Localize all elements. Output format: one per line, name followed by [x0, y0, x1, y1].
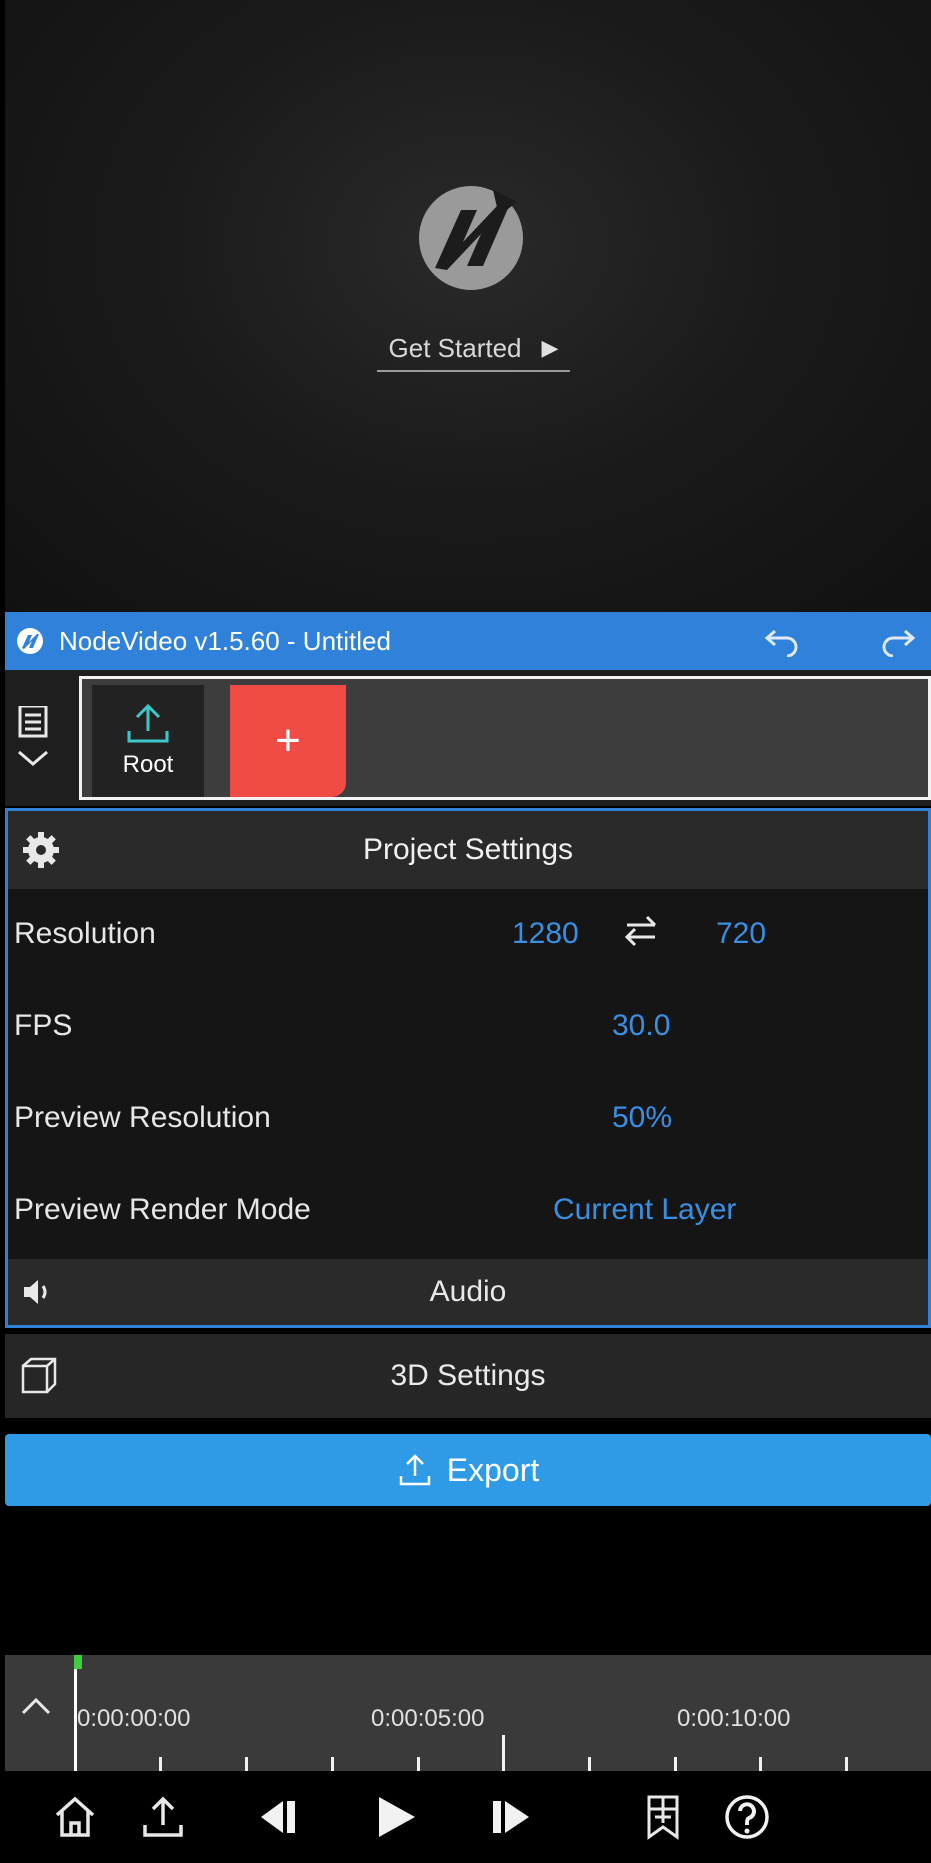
timeline-tick: [331, 1757, 334, 1771]
step-forward-icon[interactable]: [487, 1793, 535, 1841]
step-back-icon[interactable]: [255, 1793, 303, 1841]
timecode-label: 0:00:00:00: [77, 1705, 191, 1732]
chevron-up-icon[interactable]: [19, 1691, 53, 1721]
resolution-width-value[interactable]: 1280: [512, 917, 579, 951]
timecode-label: 0:00:10:00: [677, 1705, 791, 1732]
redo-icon[interactable]: [877, 625, 917, 657]
export-label: Export: [446, 1451, 540, 1488]
preview-resolution-row: Preview Resolution 50%: [8, 1073, 928, 1165]
timeline[interactable]: 0:00:00:00 0:00:05:00 0:00:10:00: [5, 1655, 931, 1771]
audio-label: Audio: [429, 1275, 507, 1308]
root-node-label: Root: [122, 751, 174, 778]
get-started-label: Get Started: [388, 332, 522, 363]
playhead-marker[interactable]: [74, 1655, 82, 1669]
help-icon[interactable]: [723, 1793, 771, 1841]
preview-render-mode-label: Preview Render Mode: [14, 1193, 311, 1226]
home-icon[interactable]: [51, 1793, 99, 1841]
project-settings-header[interactable]: Project Settings: [8, 811, 928, 889]
preview-resolution-value[interactable]: 50%: [612, 1101, 672, 1135]
preview-render-mode-value[interactable]: Current Layer: [553, 1193, 736, 1227]
timeline-tick: [759, 1757, 762, 1771]
timecode-label: 0:00:05:00: [371, 1705, 485, 1732]
timeline-tick: [588, 1757, 591, 1771]
timeline-tick: [245, 1757, 248, 1771]
root-node[interactable]: Root: [92, 685, 204, 797]
project-settings-title: Project Settings: [362, 833, 574, 866]
play-icon[interactable]: [371, 1793, 419, 1841]
window-title: NodeVideo v1.5.60 - Untitled: [59, 625, 391, 656]
playback-toolbar: [5, 1771, 931, 1863]
title-bar: NodeVideo v1.5.60 - Untitled: [5, 612, 931, 670]
export-icon: [399, 1454, 430, 1486]
resolution-height-value[interactable]: 720: [716, 917, 766, 951]
timeline-tick: [502, 1735, 505, 1771]
preview-render-mode-row: Preview Render Mode Current Layer: [8, 1165, 928, 1257]
plus-icon: +: [275, 716, 301, 765]
get-started-button[interactable]: Get Started ▶: [377, 326, 570, 372]
audio-section-header[interactable]: Audio: [8, 1259, 928, 1325]
play-triangle-icon: ▶: [541, 335, 559, 360]
export-button[interactable]: Export: [5, 1434, 931, 1506]
fps-row: FPS 30.0: [8, 981, 928, 1073]
undo-icon[interactable]: [763, 625, 803, 657]
timeline-tick: [674, 1757, 677, 1771]
gear-icon: [23, 832, 59, 868]
bookmark-icon[interactable]: [639, 1793, 687, 1841]
3d-settings-label: 3D Settings: [390, 1359, 546, 1392]
export-icon[interactable]: [139, 1793, 187, 1841]
project-settings-panel: Project Settings Resolution 1280 720 FPS…: [5, 808, 931, 1328]
layer-menu-toggle-icon[interactable]: [13, 706, 59, 786]
cube-icon: [21, 1357, 57, 1394]
fps-value[interactable]: 30.0: [612, 1009, 670, 1043]
node-bar: Root +: [5, 670, 931, 806]
add-node-button[interactable]: +: [230, 685, 346, 797]
timeline-tick: [845, 1757, 848, 1771]
resolution-label: Resolution: [14, 917, 156, 950]
3d-settings-header[interactable]: 3D Settings: [5, 1334, 931, 1418]
timeline-tick: [417, 1757, 420, 1771]
node-graph[interactable]: Root +: [79, 676, 931, 800]
nodevideo-logo-icon: [419, 186, 523, 290]
preview-resolution-label: Preview Resolution: [14, 1101, 271, 1134]
upload-icon: [127, 703, 169, 743]
speaker-icon: [24, 1280, 47, 1304]
resolution-row: Resolution 1280 720: [8, 889, 928, 981]
fps-label: FPS: [14, 1009, 73, 1042]
timeline-tick: [159, 1757, 162, 1771]
video-preview[interactable]: Get Started ▶: [5, 0, 931, 612]
swap-dimensions-icon[interactable]: [623, 913, 659, 949]
app-logo-icon: [17, 628, 43, 654]
